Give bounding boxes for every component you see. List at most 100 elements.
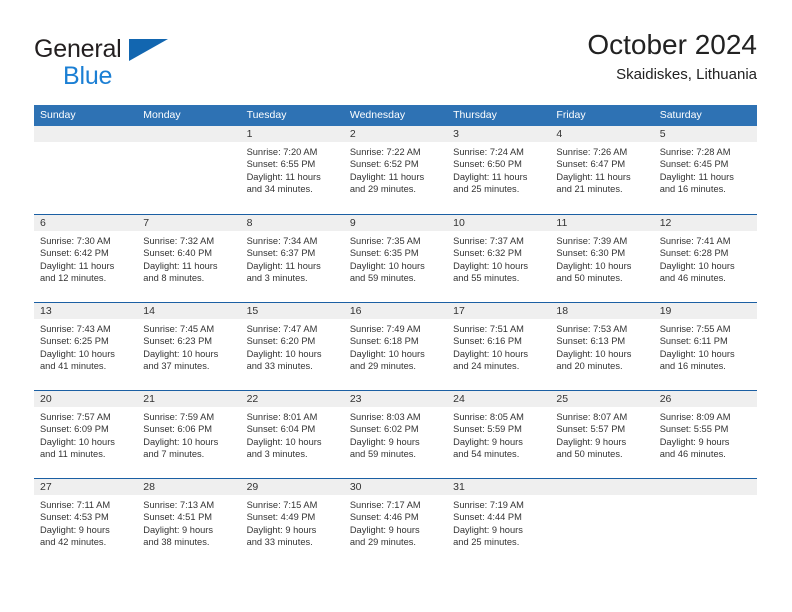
day-cell[interactable]: 20 Sunrise: 7:57 AM Sunset: 6:09 PM Dayl… <box>34 391 138 478</box>
day-cell[interactable]: 19 Sunrise: 7:55 AM Sunset: 6:11 PM Dayl… <box>653 303 757 390</box>
day-details: Sunrise: 7:49 AM Sunset: 6:18 PM Dayligh… <box>344 319 447 373</box>
day-cell[interactable]: 7 Sunrise: 7:32 AM Sunset: 6:40 PM Dayli… <box>137 215 241 302</box>
daylight-text-line2: and 16 minutes. <box>659 184 726 195</box>
sunrise-text: Sunrise: 7:13 AM <box>143 500 215 510</box>
daylight-text-line2: and 3 minutes. <box>246 273 308 284</box>
sunrise-text: Sunrise: 7:19 AM <box>453 500 524 510</box>
day-cell[interactable]: 31 Sunrise: 7:19 AM Sunset: 4:44 PM Dayl… <box>447 479 551 566</box>
day-cell[interactable]: 15 Sunrise: 7:47 AM Sunset: 6:20 PM Dayl… <box>240 303 344 390</box>
daylight-text-line1: Daylight: 10 hours <box>40 348 115 359</box>
sunset-text: Sunset: 4:49 PM <box>246 512 316 523</box>
day-details: Sunrise: 7:53 AM Sunset: 6:13 PM Dayligh… <box>550 319 653 373</box>
daylight-text-line1: Daylight: 9 hours <box>349 436 420 447</box>
daylight-text-line2: and 33 minutes. <box>246 361 313 372</box>
daylight-text-line2: and 25 minutes. <box>453 184 520 195</box>
daylight-text-line2: and 8 minutes. <box>143 273 205 284</box>
sunrise-text: Sunrise: 7:59 AM <box>143 412 215 422</box>
day-cell[interactable]: 16 Sunrise: 7:49 AM Sunset: 6:18 PM Dayl… <box>343 303 448 390</box>
sunset-text: Sunset: 6:42 PM <box>40 248 109 259</box>
sunrise-text: Sunrise: 7:17 AM <box>349 500 421 510</box>
day-cell[interactable]: 3 Sunrise: 7:24 AM Sunset: 6:50 PM Dayli… <box>447 126 551 214</box>
day-number: 12 <box>653 215 757 231</box>
day-cell[interactable]: 30 Sunrise: 7:17 AM Sunset: 4:46 PM Dayl… <box>343 479 448 566</box>
weekday-header-row: Sunday Monday Tuesday Wednesday Thursday… <box>34 105 757 126</box>
day-cell[interactable]: 10 Sunrise: 7:37 AM Sunset: 6:32 PM Dayl… <box>447 215 551 302</box>
day-cell[interactable]: 17 Sunrise: 7:51 AM Sunset: 6:16 PM Dayl… <box>447 303 551 390</box>
day-cell[interactable]: 22 Sunrise: 8:01 AM Sunset: 6:04 PM Dayl… <box>240 391 344 478</box>
daylight-text-line1: Daylight: 9 hours <box>556 436 627 447</box>
day-cell[interactable]: 13 Sunrise: 7:43 AM Sunset: 6:25 PM Dayl… <box>34 303 138 390</box>
daylight-text-line1: Daylight: 11 hours <box>143 260 218 271</box>
title-block: October 2024 Skaidiskes, Lithuania <box>587 28 757 86</box>
day-details: Sunrise: 7:35 AM Sunset: 6:35 PM Dayligh… <box>344 231 447 285</box>
day-cell[interactable]: 12 Sunrise: 7:41 AM Sunset: 6:28 PM Dayl… <box>653 215 757 302</box>
week-row: 27 Sunrise: 7:11 AM Sunset: 4:53 PM Dayl… <box>34 478 757 566</box>
day-number: 9 <box>343 215 448 231</box>
sunset-text: Sunset: 6:40 PM <box>143 248 213 259</box>
day-cell[interactable]: 23 Sunrise: 8:03 AM Sunset: 6:02 PM Dayl… <box>343 391 448 478</box>
sunset-text: Sunset: 6:55 PM <box>246 159 316 170</box>
day-details: Sunrise: 7:30 AM Sunset: 6:42 PM Dayligh… <box>34 231 137 285</box>
daylight-text-line1: Daylight: 11 hours <box>556 171 631 182</box>
day-cell[interactable]: 14 Sunrise: 7:45 AM Sunset: 6:23 PM Dayl… <box>137 303 241 390</box>
sunset-text: Sunset: 6:45 PM <box>659 159 729 170</box>
daylight-text-line1: Daylight: 11 hours <box>246 171 321 182</box>
day-cell[interactable]: 9 Sunrise: 7:35 AM Sunset: 6:35 PM Dayli… <box>343 215 448 302</box>
daylight-text-line1: Daylight: 10 hours <box>453 348 529 359</box>
sunrise-text: Sunrise: 8:05 AM <box>453 412 524 422</box>
sunset-text: Sunset: 6:50 PM <box>453 159 522 170</box>
daylight-text-line2: and 55 minutes. <box>453 273 520 284</box>
day-cell[interactable]: 21 Sunrise: 7:59 AM Sunset: 6:06 PM Dayl… <box>137 391 241 478</box>
daylight-text-line2: and 54 minutes. <box>453 449 520 460</box>
day-cell[interactable]: 11 Sunrise: 7:39 AM Sunset: 6:30 PM Dayl… <box>550 215 654 302</box>
day-details: Sunrise: 7:37 AM Sunset: 6:32 PM Dayligh… <box>447 231 550 285</box>
day-cell[interactable]: 25 Sunrise: 8:07 AM Sunset: 5:57 PM Dayl… <box>550 391 654 478</box>
day-cell[interactable]: 4 Sunrise: 7:26 AM Sunset: 6:47 PM Dayli… <box>550 126 654 214</box>
sunrise-text: Sunrise: 7:11 AM <box>40 500 111 510</box>
day-number <box>550 479 654 495</box>
daylight-text-line1: Daylight: 10 hours <box>659 260 735 271</box>
weekday-header-friday: Friday <box>556 109 586 121</box>
sunset-text: Sunset: 6:20 PM <box>246 336 316 347</box>
generalblue-logo[interactable]: General Blue <box>34 36 294 92</box>
day-details: Sunrise: 7:13 AM Sunset: 4:51 PM Dayligh… <box>137 495 240 549</box>
sunrise-text: Sunrise: 8:09 AM <box>659 412 731 422</box>
daylight-text-line1: Daylight: 9 hours <box>143 524 214 535</box>
daylight-text-line1: Daylight: 9 hours <box>246 524 317 535</box>
weekday-header-monday: Monday <box>143 109 181 121</box>
day-cell[interactable]: 28 Sunrise: 7:13 AM Sunset: 4:51 PM Dayl… <box>137 479 241 566</box>
daylight-text-line2: and 12 minutes. <box>40 273 107 284</box>
weekday-header-wednesday: Wednesday <box>349 109 406 121</box>
day-cell <box>137 126 241 214</box>
day-cell[interactable]: 27 Sunrise: 7:11 AM Sunset: 4:53 PM Dayl… <box>34 479 138 566</box>
week-row: 1 Sunrise: 7:20 AM Sunset: 6:55 PM Dayli… <box>34 126 757 214</box>
day-details: Sunrise: 7:22 AM Sunset: 6:52 PM Dayligh… <box>344 142 447 196</box>
sunrise-text: Sunrise: 7:55 AM <box>659 324 731 334</box>
day-cell[interactable]: 2 Sunrise: 7:22 AM Sunset: 6:52 PM Dayli… <box>343 126 448 214</box>
day-cell[interactable]: 6 Sunrise: 7:30 AM Sunset: 6:42 PM Dayli… <box>34 215 138 302</box>
daylight-text-line1: Daylight: 9 hours <box>453 436 523 447</box>
day-number: 6 <box>34 215 138 231</box>
day-number: 17 <box>447 303 551 319</box>
day-cell[interactable]: 24 Sunrise: 8:05 AM Sunset: 5:59 PM Dayl… <box>447 391 551 478</box>
day-details: Sunrise: 7:34 AM Sunset: 6:37 PM Dayligh… <box>241 231 344 285</box>
day-cell[interactable]: 8 Sunrise: 7:34 AM Sunset: 6:37 PM Dayli… <box>240 215 344 302</box>
day-cell[interactable]: 18 Sunrise: 7:53 AM Sunset: 6:13 PM Dayl… <box>550 303 654 390</box>
day-details: Sunrise: 7:55 AM Sunset: 6:11 PM Dayligh… <box>654 319 757 373</box>
day-number <box>653 479 757 495</box>
sunset-text: Sunset: 4:51 PM <box>143 512 213 523</box>
sunset-text: Sunset: 4:44 PM <box>453 512 522 523</box>
daylight-text-line1: Daylight: 10 hours <box>246 436 322 447</box>
day-cell[interactable]: 1 Sunrise: 7:20 AM Sunset: 6:55 PM Dayli… <box>240 126 344 214</box>
day-cell[interactable]: 5 Sunrise: 7:28 AM Sunset: 6:45 PM Dayli… <box>653 126 757 214</box>
daylight-text-line1: Daylight: 9 hours <box>659 436 730 447</box>
day-cell[interactable]: 29 Sunrise: 7:15 AM Sunset: 4:49 PM Dayl… <box>240 479 344 566</box>
daylight-text-line1: Daylight: 9 hours <box>40 524 110 535</box>
daylight-text-line2: and 50 minutes. <box>556 273 623 284</box>
daylight-text-line2: and 29 minutes. <box>349 361 416 372</box>
day-details: Sunrise: 7:15 AM Sunset: 4:49 PM Dayligh… <box>241 495 344 549</box>
sunset-text: Sunset: 4:53 PM <box>40 512 109 523</box>
day-cell[interactable]: 26 Sunrise: 8:09 AM Sunset: 5:55 PM Dayl… <box>653 391 757 478</box>
day-details: Sunrise: 7:24 AM Sunset: 6:50 PM Dayligh… <box>447 142 550 196</box>
daylight-text-line2: and 29 minutes. <box>349 184 416 195</box>
